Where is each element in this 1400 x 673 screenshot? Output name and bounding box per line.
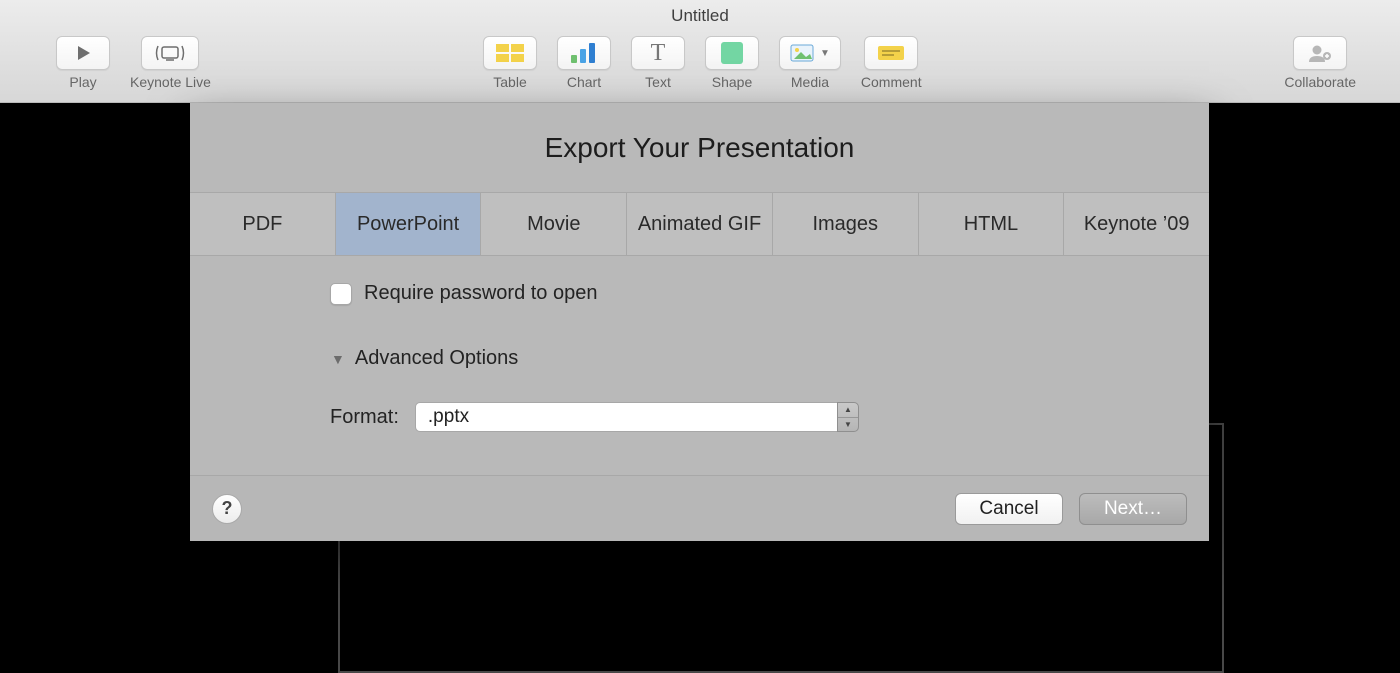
require-password-row: Require password to open [330, 282, 1209, 305]
sheet-body: Require password to open ▼ Advanced Opti… [190, 256, 1209, 458]
comment-icon [878, 46, 904, 60]
export-tabs: PDF PowerPoint Movie Animated GIF Images… [190, 193, 1209, 256]
collaborate-button[interactable] [1293, 36, 1347, 70]
play-button[interactable] [56, 36, 110, 70]
tab-movie[interactable]: Movie [481, 193, 627, 255]
play-icon [74, 44, 92, 62]
toolbar-left: Play Keynote Live [56, 36, 211, 90]
sheet-footer: ? Cancel Next… [190, 475, 1209, 541]
comment-button[interactable] [864, 36, 918, 70]
advanced-options-label: Advanced Options [355, 347, 518, 370]
window-title: Untitled [0, 6, 1400, 26]
toolbar-item-text: T Text [631, 36, 685, 90]
format-value: .pptx [415, 402, 837, 432]
format-popup[interactable]: .pptx ▲ ▼ [415, 402, 859, 432]
tab-html[interactable]: HTML [919, 193, 1065, 255]
disclosure-triangle-icon: ▼ [331, 351, 345, 367]
table-button[interactable] [483, 36, 537, 70]
toolbar-center: Table Chart T Text Shape [483, 36, 922, 90]
format-label: Format: [330, 406, 399, 429]
text-button[interactable]: T [631, 36, 685, 70]
popup-stepper-icon[interactable]: ▲ ▼ [837, 402, 859, 432]
toolbar-item-table: Table [483, 36, 537, 90]
help-button[interactable]: ? [212, 494, 242, 524]
tab-pdf[interactable]: PDF [190, 193, 336, 255]
toolbar-item-chart: Chart [557, 36, 611, 90]
toolbar-item-keynote-live: Keynote Live [130, 36, 211, 90]
media-button[interactable]: ▼ [779, 36, 841, 70]
toolbar-right: Collaborate [1284, 36, 1356, 90]
titlebar: Untitled Play Keynot [0, 0, 1400, 103]
toolbar-item-media: ▼ Media [779, 36, 841, 90]
export-sheet: Export Your Presentation PDF PowerPoint … [190, 103, 1209, 541]
chevron-down-icon: ▼ [820, 48, 830, 59]
shape-label: Shape [712, 74, 752, 90]
text-icon: T [651, 41, 666, 65]
chevron-up-icon: ▲ [838, 403, 858, 418]
tab-images[interactable]: Images [773, 193, 919, 255]
advanced-options-row[interactable]: ▼ Advanced Options [331, 347, 1209, 370]
tab-keynote09[interactable]: Keynote ’09 [1064, 193, 1209, 255]
toolbar-item-comment: Comment [861, 36, 922, 90]
toolbar-item-collaborate: Collaborate [1284, 36, 1356, 90]
play-label: Play [69, 74, 96, 90]
require-password-checkbox[interactable] [330, 283, 352, 305]
keynote-live-button[interactable] [141, 36, 199, 70]
chart-button[interactable] [557, 36, 611, 70]
table-label: Table [493, 74, 526, 90]
media-icon [790, 44, 814, 62]
cancel-button[interactable]: Cancel [955, 493, 1063, 525]
next-button[interactable]: Next… [1079, 493, 1187, 525]
require-password-label: Require password to open [364, 282, 597, 305]
comment-label: Comment [861, 74, 922, 90]
collaborate-label: Collaborate [1284, 74, 1356, 90]
keynote-live-label: Keynote Live [130, 74, 211, 90]
text-label: Text [645, 74, 671, 90]
chart-icon [570, 43, 598, 63]
collaborate-icon [1306, 43, 1334, 63]
media-label: Media [791, 74, 829, 90]
format-row: Format: .pptx ▲ ▼ [330, 402, 1209, 432]
keynote-live-icon [152, 43, 188, 63]
chart-label: Chart [567, 74, 601, 90]
tab-animated-gif[interactable]: Animated GIF [627, 193, 773, 255]
table-icon [496, 44, 524, 62]
toolbar-item-shape: Shape [705, 36, 759, 90]
sheet-title: Export Your Presentation [545, 132, 855, 164]
shape-button[interactable] [705, 36, 759, 70]
toolbar-item-play: Play [56, 36, 110, 90]
sheet-title-row: Export Your Presentation [190, 103, 1209, 193]
shape-icon [721, 42, 743, 64]
chevron-down-icon: ▼ [838, 418, 858, 432]
tab-powerpoint[interactable]: PowerPoint [336, 193, 482, 255]
